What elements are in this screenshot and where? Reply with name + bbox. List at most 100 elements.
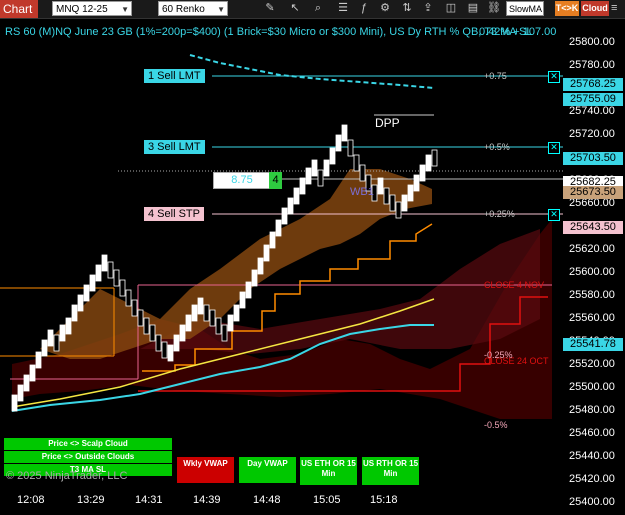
data-box-icon[interactable]: ▤	[466, 1, 480, 16]
chevron-down-icon: ▼	[217, 5, 225, 14]
properties-icon[interactable]: ☰	[336, 1, 350, 16]
renko-brick	[329, 147, 336, 165]
us-rth-or-button[interactable]: US RTH OR 15 Min	[362, 457, 419, 485]
price-tag-vwap: 25541.78	[563, 337, 623, 351]
position-qty[interactable]: 4	[269, 172, 282, 189]
instrument-selector[interactable]: MNQ 12-25 ▼	[52, 1, 132, 16]
renko-brick	[311, 159, 318, 177]
renko-brick	[239, 291, 246, 309]
cancel-order-4-icon[interactable]: ✕	[548, 209, 560, 221]
indicator-select[interactable]: SlowMA	[506, 1, 544, 16]
renko-brick	[95, 264, 102, 282]
renko-brick	[53, 334, 60, 352]
price-chart[interactable]	[0, 19, 563, 491]
renko-brick	[377, 177, 384, 195]
renko-brick	[323, 159, 330, 177]
drawing-tool-icon[interactable]: ✎	[263, 1, 277, 16]
sell-stp-4-order[interactable]: 4 Sell STP	[144, 207, 204, 221]
renko-brick	[191, 304, 198, 322]
snapshot-icon[interactable]: ◫	[444, 1, 458, 16]
pointer-icon[interactable]: ↖	[288, 1, 302, 16]
order-4-pct: +0.25%	[484, 209, 515, 219]
instrument-label: MNQ 12-25	[56, 4, 108, 15]
strategies-icon[interactable]: ⚙	[378, 1, 392, 16]
renko-brick	[41, 339, 48, 357]
menu-icon[interactable]: ≡	[611, 1, 623, 16]
copyright: © 2025 NinjaTrader, LLC	[6, 470, 128, 482]
renko-brick	[317, 169, 324, 187]
cyan-dashed-ma	[189, 54, 435, 89]
renko-brick	[353, 154, 360, 172]
renko-brick	[179, 324, 186, 342]
cancel-order-3-icon[interactable]: ✕	[548, 142, 560, 154]
cancel-order-1-icon[interactable]: ✕	[548, 71, 560, 83]
wkly-vwap-button[interactable]: Wkly VWAP	[177, 457, 234, 483]
y-tick-label: 25580.00	[569, 289, 615, 301]
renko-brick	[203, 304, 210, 322]
renko-brick	[359, 164, 366, 182]
position-pnl[interactable]: 8.75	[213, 172, 271, 189]
renko-brick	[71, 304, 78, 322]
outside-clouds-button[interactable]: Price <> Outside Clouds	[4, 451, 172, 463]
y-tick-label: 25720.00	[569, 128, 615, 140]
dpp-label: DPP	[375, 116, 400, 130]
chart-trader-icon[interactable]: ⇅	[400, 1, 414, 16]
renko-brick	[113, 269, 120, 287]
y-tick-label: 25780.00	[569, 59, 615, 71]
tc-button[interactable]: T<>K	[555, 1, 579, 16]
order-1-pct: +0.75	[484, 71, 507, 81]
zoom-icon[interactable]: ⌕	[311, 1, 325, 16]
renko-brick	[197, 297, 204, 315]
scalp-cloud-button[interactable]: Price <> Scalp Cloud	[4, 438, 172, 450]
chevron-down-icon: ▼	[121, 5, 129, 14]
renko-brick	[401, 194, 408, 212]
sell-lmt-1-order[interactable]: 1 Sell LMT	[144, 69, 205, 83]
bar-type-selector[interactable]: 60 Renko ▼	[158, 1, 228, 16]
renko-brick	[245, 281, 252, 299]
price-tag-entry: 25673.50	[563, 186, 623, 200]
renko-brick	[305, 167, 312, 185]
renko-brick	[347, 139, 354, 157]
title-pct: 0.42% + 107.00	[479, 26, 557, 38]
renko-brick	[281, 207, 288, 225]
renko-brick	[413, 174, 420, 192]
renko-brick	[407, 184, 414, 202]
renko-brick	[11, 394, 18, 412]
renko-brick	[119, 279, 126, 297]
chart-tab[interactable]: Chart	[0, 0, 38, 18]
day-vwap-button[interactable]: Day VWAP	[239, 457, 296, 483]
cloud-button[interactable]: Cloud	[581, 1, 609, 16]
x-tick-4: 14:48	[253, 494, 281, 506]
renko-brick	[17, 384, 24, 402]
renko-brick	[77, 294, 84, 312]
x-tick-0: 12:08	[17, 494, 45, 506]
renko-brick	[419, 164, 426, 182]
sell-lmt-3-order[interactable]: 3 Sell LMT	[144, 140, 205, 154]
order-3-pct: +0.5%	[484, 142, 510, 152]
renko-brick	[149, 324, 156, 342]
price-tag-ordr3: 25703.50	[563, 151, 623, 165]
renko-brick	[257, 257, 264, 275]
renko-brick	[83, 284, 90, 302]
renko-brick	[23, 374, 30, 392]
y-tick-label: 25500.00	[569, 381, 615, 393]
renko-brick	[275, 219, 282, 237]
renko-brick	[299, 177, 306, 195]
x-tick-1: 13:29	[77, 494, 105, 506]
indicators-icon[interactable]: ƒ	[357, 1, 371, 16]
renko-brick	[173, 334, 180, 352]
renko-brick	[395, 201, 402, 219]
price-axis[interactable]: 25800.0025780.0025760.0025740.0025720.00…	[563, 19, 625, 508]
renko-brick	[107, 261, 114, 279]
renko-brick	[47, 329, 54, 347]
link-icon[interactable]: ⛓	[487, 1, 501, 16]
y-tick-label: 25420.00	[569, 473, 615, 485]
us-eth-or-button[interactable]: US ETH OR 15 Min	[300, 457, 357, 485]
pct-minus-025: -0.25%	[484, 350, 513, 360]
share-icon[interactable]: ⇪	[421, 1, 435, 16]
renko-brick	[293, 187, 300, 205]
renko-brick	[221, 324, 228, 342]
renko-brick	[59, 324, 66, 342]
y-tick-label: 25740.00	[569, 105, 615, 117]
renko-brick	[131, 299, 138, 317]
